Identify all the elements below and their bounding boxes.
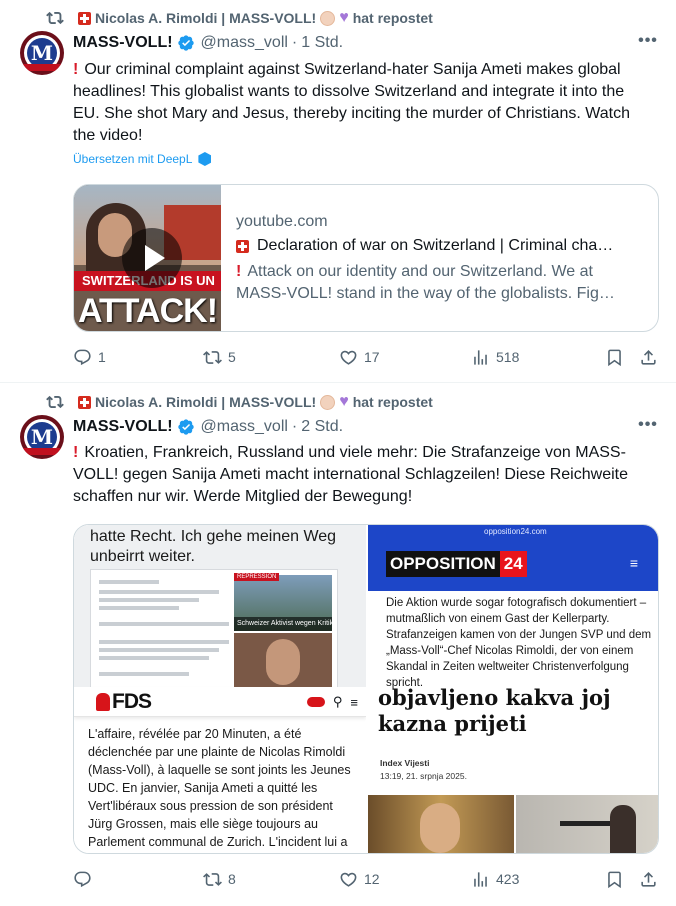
card-description: ! Attack on our identity and our Switzerl… [236,263,615,302]
swiss-flag-icon [78,395,91,409]
handle[interactable]: @mass_voll [201,418,288,436]
fist-emoji-icon [320,394,336,410]
fds-header: FDS ⚲ ≡ [74,687,366,717]
timestamp[interactable]: 1 Std. [301,34,343,52]
tweet-1[interactable]: Nicolas A. Rimoldi | MASS-VOLL! ♥ hat re… [0,0,676,382]
repost-context[interactable]: Nicolas A. Rimoldi | MASS-VOLL! ♥ hat re… [48,392,433,412]
share-icon [641,349,656,365]
share-button[interactable] [639,868,658,890]
avatar[interactable]: M [20,31,64,75]
left-quote: hatte Recht. Ich gehe meinen Weg unbeirr… [90,528,337,565]
timestamp[interactable]: 2 Std. [301,418,343,436]
tweet-header: MASS-VOLL! @mass_voll · 2 Std. [73,418,344,436]
like-button[interactable]: 12 [339,868,380,890]
views-icon [474,349,487,365]
verified-badge-icon [177,35,194,51]
opposition24-header: opposition24.com OPPOSITION 24 ≡ [368,525,658,591]
action-bar: 8 12 423 [73,868,663,890]
exclamation-icon: ! [73,61,79,78]
shooting-image [516,795,658,853]
fds-article-text: L'affaire, révélée par 20 Minuten, a été… [88,727,351,849]
bookmark-button[interactable] [605,346,624,368]
media-grid[interactable]: hatte Recht. Ich gehe meinen Weg unbeirr… [73,524,659,854]
reply-icon [74,871,91,887]
index-meta: Index Vijesti 13:19, 21. srpnja 2025. [380,758,467,781]
repost-context[interactable]: Nicolas A. Rimoldi | MASS-VOLL! ♥ hat re… [48,8,433,28]
bookmark-icon [608,349,621,366]
menu-icon: ≡ [629,555,638,571]
video-thumbnail[interactable]: SWITZERLAND IS UN ATTACK! [74,185,221,331]
purple-heart-icon: ♥ [339,9,349,26]
reply-button[interactable] [73,868,98,890]
tweet-2[interactable]: Nicolas A. Rimoldi | MASS-VOLL! ♥ hat re… [0,384,676,906]
repost-suffix: hat repostet [352,10,433,26]
repost-button[interactable]: 5 [203,346,236,368]
like-icon [340,872,357,887]
repost-icon [203,350,222,364]
more-horizontal-icon[interactable]: ••• [638,33,658,54]
swiss-flag-icon [78,11,91,25]
display-name[interactable]: MASS-VOLL! [73,418,173,436]
link-card[interactable]: SWITZERLAND IS UN ATTACK! youtube.com De… [73,184,659,332]
menu-icon: ≡ [350,694,358,710]
exclamation-icon: ! [73,444,79,461]
repost-button[interactable]: 8 [203,868,236,890]
verified-badge-icon [177,419,194,435]
deepl-icon [198,152,212,166]
bookmark-icon [608,871,621,888]
opposition24-text: Die Aktion wurde sogar fotografisch doku… [386,597,652,689]
painting-image [368,795,514,853]
reply-icon [74,349,91,365]
tweet-header: MASS-VOLL! @mass_voll · 1 Std. [73,34,344,52]
card-title: Declaration of war on Switzerland | Crim… [236,237,648,255]
fist-emoji-icon [320,10,336,26]
exclamation-icon: ! [236,263,242,280]
play-icon[interactable] [122,228,182,288]
divider [0,382,676,383]
card-domain: youtube.com [236,213,328,230]
views-icon [474,871,487,887]
display-name[interactable]: MASS-VOLL! [73,34,173,52]
share-icon [641,871,656,887]
media-image-right[interactable]: opposition24.com OPPOSITION 24 ≡ Die Akti… [368,525,658,853]
views-button[interactable]: 423 [471,868,519,890]
like-button[interactable]: 17 [339,346,380,368]
tweet-text: ! Our criminal complaint against Switzerl… [73,61,630,144]
like-icon [340,350,357,365]
media-image-left[interactable]: hatte Recht. Ich gehe meinen Weg unbeirr… [74,525,366,853]
avatar[interactable]: M [20,415,64,459]
index-headline: objavljeno kakva joj kazna prijeti [378,685,611,736]
tweet-text: ! Kroatien, Frankreich, Russland und viel… [73,444,628,505]
repost-suffix: hat repostet [352,394,433,410]
purple-heart-icon: ♥ [339,393,349,410]
more-horizontal-icon[interactable]: ••• [638,417,658,438]
bird-icon [306,697,325,707]
repost-icon [203,872,222,886]
views-button[interactable]: 518 [471,346,519,368]
translate-link[interactable]: Übersetzen mit DeepL [73,152,212,166]
search-icon: ⚲ [332,694,343,709]
reply-button[interactable]: 1 [73,346,106,368]
repost-by-name[interactable]: Nicolas A. Rimoldi | MASS-VOLL! [95,10,316,26]
handle[interactable]: @mass_voll [201,34,288,52]
action-bar: 1 5 17 518 [73,346,663,368]
swiss-flag-icon [236,239,249,253]
bookmark-button[interactable] [605,868,624,890]
share-button[interactable] [639,346,658,368]
repost-by-name[interactable]: Nicolas A. Rimoldi | MASS-VOLL! [95,394,316,410]
